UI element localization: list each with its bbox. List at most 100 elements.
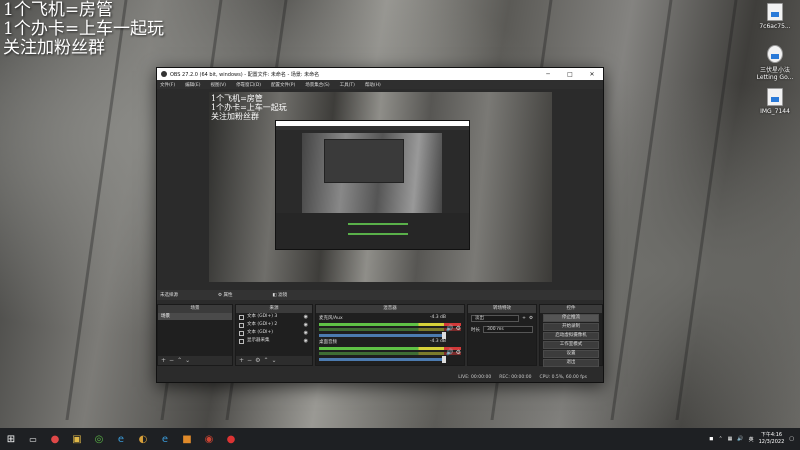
eye-icon[interactable]: ◉ (304, 337, 308, 345)
obs-window[interactable]: OBS 27.2.0 (64 bit, windows) - 配置文件: 未命名… (156, 67, 604, 383)
notification-icon[interactable]: ▢ (789, 436, 794, 442)
windows-start-icon[interactable]: ⊞ (3, 431, 19, 447)
duration-input[interactable]: 300 ms (483, 326, 533, 333)
tray-app-icon[interactable]: ◼ (709, 436, 713, 442)
ie-icon[interactable]: e (157, 431, 173, 447)
menu-view[interactable]: 视图(V) (210, 82, 226, 88)
menu-help[interactable]: 帮助(H) (365, 82, 381, 88)
transition-select[interactable]: 淡出 (471, 315, 520, 322)
volume-meter (319, 347, 461, 350)
overlay-line-1: 1个飞机=房管 (3, 0, 114, 20)
start-recording-button[interactable]: 开始录制 (543, 323, 599, 331)
remove-icon[interactable]: − (247, 357, 255, 364)
source-item[interactable]: 文本 (GDI+) 2 ◉ (236, 321, 312, 329)
gear-icon[interactable]: ⚙ (529, 316, 533, 321)
channel-db: -4.3 dB (429, 339, 446, 344)
desktop-icon-file[interactable]: 7c6ac75... (752, 3, 798, 30)
source-item[interactable]: 文本 (GDI+) ◉ (236, 329, 312, 337)
store-icon[interactable]: ▣ (69, 431, 85, 447)
mixer-controls: 🔊 ⚙ (446, 325, 461, 332)
menu-tools[interactable]: 工具(T) (340, 82, 355, 88)
volume-meter (319, 352, 461, 355)
desktop-icon-label: 三伏星小法 Letting Go... (756, 67, 794, 81)
settings-button[interactable]: 设置 (543, 350, 599, 358)
chevron-up-icon[interactable]: ⌃ (718, 436, 722, 442)
controls-dock: 控件 停止推流 开始录制 启动虚拟摄像机 工作室模式 设置 退出 (539, 304, 603, 367)
exit-button[interactable]: 退出 (543, 359, 599, 367)
eye-icon[interactable]: ◉ (304, 329, 308, 337)
slider-handle[interactable] (441, 356, 446, 363)
filters-button[interactable]: ◧ 滤镜 (272, 292, 287, 298)
scene-item[interactable]: 场景 (158, 313, 232, 320)
app-red-round-icon[interactable]: ● (223, 431, 239, 447)
volume-icon[interactable]: 🔊 (737, 436, 743, 442)
edge-icon[interactable]: e (113, 431, 129, 447)
clock-date: 12/3/2022 (758, 439, 785, 445)
menu-profile[interactable]: 配置文件(P) (271, 82, 295, 88)
desktop-icon-music[interactable]: 三伏星小法 Letting Go... (752, 45, 798, 81)
studio-mode-button[interactable]: 工作室模式 (543, 341, 599, 349)
arrow-up-icon[interactable]: ⌃ (177, 357, 185, 364)
add-icon[interactable]: + (161, 357, 169, 364)
close-icon[interactable]: ✕ (581, 71, 603, 78)
source-item[interactable]: 文本 (GDI+) 3 ◉ (236, 313, 312, 321)
obs-titlebar[interactable]: OBS 27.2.0 (64 bit, windows) - 配置文件: 未命名… (157, 68, 603, 80)
desktop-icon-image[interactable]: IMG_7144 (752, 88, 798, 115)
arrow-down-icon[interactable]: ⌄ (271, 357, 279, 364)
maximize-icon[interactable]: □ (559, 71, 581, 78)
eye-icon[interactable]: ◉ (304, 321, 308, 329)
arrow-down-icon[interactable]: ⌄ (185, 357, 193, 364)
speaker-icon[interactable]: 🔊 (446, 325, 453, 332)
virtual-camera-button[interactable]: 启动虚拟摄像机 (543, 332, 599, 340)
source-label: 文本 (GDI+) (247, 330, 273, 335)
menu-docks[interactable]: 停靠窗口(D) (236, 82, 261, 88)
menu-bar: 文件(F) 编辑(E) 视图(V) 停靠窗口(D) 配置文件(P) 场景集合(S… (157, 80, 603, 89)
mixer-channel-mic: 麦克风/Aux -4.3 dB 🔊 ⚙ (316, 313, 464, 339)
properties-button[interactable]: ⚙ 属性 (218, 292, 232, 298)
stop-streaming-button[interactable]: 停止推流 (543, 314, 599, 322)
live-status: LIVE: 00:00:00 (458, 375, 492, 380)
task-view-icon[interactable]: ▭ (25, 431, 41, 447)
controls-dock-title: 控件 (540, 305, 602, 313)
menu-edit[interactable]: 编辑(E) (185, 82, 200, 88)
xbox-icon[interactable]: ◎ (91, 431, 107, 447)
app-orange-icon[interactable]: ■ (179, 431, 195, 447)
transition-type-row: 淡出 + ⚙ (468, 313, 536, 324)
menu-file[interactable]: 文件(F) (160, 82, 175, 88)
speaker-icon[interactable]: 🔊 (446, 349, 453, 356)
image-file-icon (767, 88, 783, 106)
network-icon[interactable]: ▦ (728, 436, 733, 442)
source-label: 显示器采集 (247, 338, 270, 343)
transitions-dock: 转场特效 淡出 + ⚙ 时长 300 ms (467, 304, 537, 366)
system-tray: ◼ ⌃ ▦ 🔊 英 下午4:16 12/3/2022 ▢ (709, 428, 794, 450)
ime-indicator[interactable]: 英 (749, 436, 754, 443)
obs-taskbar-icon[interactable]: ◉ (201, 431, 217, 447)
add-icon[interactable]: + (522, 316, 526, 321)
app-red-icon[interactable]: ● (47, 431, 63, 447)
gear-icon[interactable]: ⚙ (456, 349, 461, 356)
channel-db: -4.3 dB (429, 315, 446, 320)
clock[interactable]: 下午4:16 12/3/2022 (759, 432, 785, 446)
remove-icon[interactable]: − (169, 357, 177, 364)
volume-meter (319, 323, 461, 326)
cpu-status: CPU: 0.5%, 60.00 fps (539, 375, 588, 380)
source-label: 文本 (GDI+) 2 (247, 322, 278, 327)
minimize-icon[interactable]: ─ (537, 71, 559, 78)
document-icon (767, 3, 783, 21)
source-label: 文本 (GDI+) 3 (247, 314, 278, 319)
menu-scene-collection[interactable]: 场景集合(S) (305, 82, 329, 88)
eye-icon[interactable]: ◉ (304, 313, 308, 321)
nested-preview (275, 120, 470, 250)
selected-source-label: 未选择源 (160, 293, 178, 298)
window-title: OBS 27.2.0 (64 bit, windows) - 配置文件: 未命名… (170, 71, 320, 78)
browser-icon[interactable]: ◐ (135, 431, 151, 447)
volume-slider[interactable] (319, 356, 446, 363)
preview-line-2: 1个办卡=上车一起玩 (211, 103, 287, 112)
gear-icon[interactable]: ⚙ (456, 325, 461, 332)
sources-dock: 来源 文本 (GDI+) 3 ◉ 文本 (GDI+) 2 ◉ 文本 (GDI+)… (235, 304, 313, 366)
source-item[interactable]: 显示器采集 ◉ (236, 337, 312, 345)
sources-footer: +−⚙⌃⌄ (236, 356, 312, 365)
preview-canvas[interactable]: 1个飞机=房管 1个办卡=上车一起玩 关注加粉丝群 (209, 92, 552, 282)
scenes-footer: +−⌃⌄ (158, 356, 232, 365)
add-icon[interactable]: + (239, 357, 247, 364)
